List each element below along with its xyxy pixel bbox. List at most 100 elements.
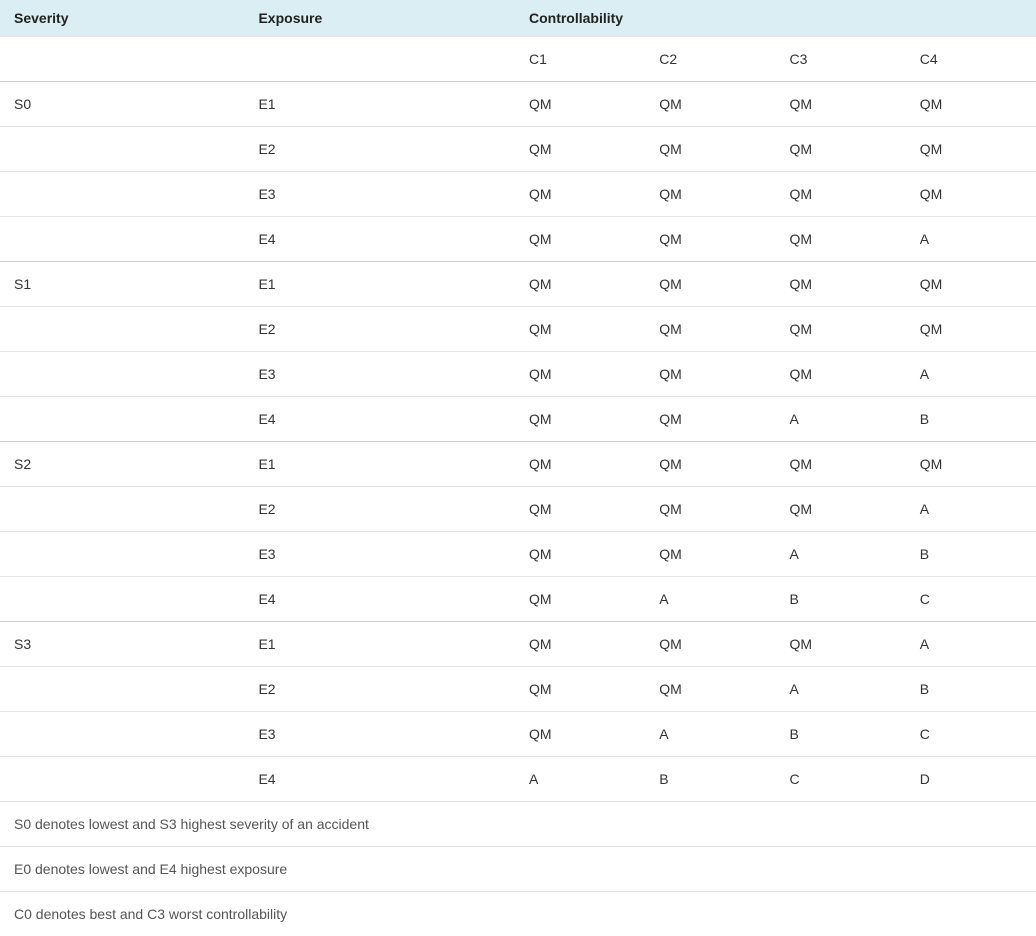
exposure-cell: E3 [244,352,515,397]
exposure-cell: E1 [244,82,515,127]
value-cell: B [906,667,1036,712]
value-cell: QM [775,217,905,262]
footnote-row: C0 denotes best and C3 worst controllabi… [0,892,1036,936]
value-cell: QM [645,532,775,577]
table-header-row: Severity Exposure Controllability [0,0,1036,37]
value-cell: D [906,757,1036,802]
value-cell: QM [645,262,775,307]
value-cell: QM [775,622,905,667]
table-row: E2 QM QM QM QM [0,307,1036,352]
header-severity: Severity [0,0,244,37]
empty-cell [244,37,515,82]
value-cell: QM [775,442,905,487]
value-cell: QM [906,307,1036,352]
value-cell: QM [906,82,1036,127]
header-controllability: Controllability [515,0,1036,37]
value-cell: QM [515,622,645,667]
value-cell: QM [515,532,645,577]
col-c2: C2 [645,37,775,82]
exposure-cell: E4 [244,757,515,802]
value-cell: A [515,757,645,802]
value-cell: QM [775,307,905,352]
table-row: S3 E1 QM QM QM A [0,622,1036,667]
table-row: E3 QM A B C [0,712,1036,757]
value-cell: QM [515,127,645,172]
severity-cell [0,577,244,622]
table-row: E2 QM QM QM QM [0,127,1036,172]
table-row: E3 QM QM QM QM [0,172,1036,217]
severity-cell [0,172,244,217]
value-cell: A [645,712,775,757]
value-cell: QM [645,397,775,442]
severity-cell [0,667,244,712]
value-cell: QM [775,352,905,397]
value-cell: QM [515,667,645,712]
footnote-row: S0 denotes lowest and S3 highest severit… [0,802,1036,847]
severity-cell [0,127,244,172]
table-row: E3 QM QM A B [0,532,1036,577]
value-cell: QM [515,352,645,397]
value-cell: QM [515,217,645,262]
header-exposure: Exposure [244,0,515,37]
value-cell: B [906,397,1036,442]
value-cell: QM [515,577,645,622]
col-c1: C1 [515,37,645,82]
severity-cell [0,712,244,757]
value-cell: QM [645,127,775,172]
value-cell: C [906,577,1036,622]
value-cell: A [906,217,1036,262]
value-cell: A [906,622,1036,667]
severity-cell: S2 [0,442,244,487]
value-cell: QM [515,712,645,757]
value-cell: QM [775,82,905,127]
value-cell: QM [906,262,1036,307]
value-cell: QM [645,217,775,262]
table-row: E4 QM A B C [0,577,1036,622]
value-cell: QM [775,172,905,217]
footnote: S0 denotes lowest and S3 highest severit… [0,802,1036,847]
footnote: C0 denotes best and C3 worst controllabi… [0,892,1036,936]
value-cell: B [645,757,775,802]
exposure-cell: E4 [244,217,515,262]
severity-cell [0,307,244,352]
table-row: S2 E1 QM QM QM QM [0,442,1036,487]
table-row: E4 QM QM A B [0,397,1036,442]
value-cell: A [645,577,775,622]
value-cell: QM [775,127,905,172]
value-cell: A [775,397,905,442]
exposure-cell: E2 [244,307,515,352]
value-cell: QM [906,172,1036,217]
value-cell: QM [906,127,1036,172]
value-cell: QM [515,172,645,217]
table-row: S0 E1 QM QM QM QM [0,82,1036,127]
value-cell: QM [515,262,645,307]
severity-cell [0,217,244,262]
value-cell: QM [515,487,645,532]
table-row: E2 QM QM A B [0,667,1036,712]
footnote-row: E0 denotes lowest and E4 highest exposur… [0,847,1036,892]
exposure-cell: E1 [244,622,515,667]
value-cell: QM [515,442,645,487]
exposure-cell: E2 [244,487,515,532]
footnote: E0 denotes lowest and E4 highest exposur… [0,847,1036,892]
value-cell: C [775,757,905,802]
table-row: E4 A B C D [0,757,1036,802]
asil-table: Severity Exposure Controllability C1 C2 … [0,0,1036,936]
value-cell: B [775,712,905,757]
value-cell: A [906,487,1036,532]
exposure-cell: E3 [244,532,515,577]
value-cell: QM [515,397,645,442]
table-row: E3 QM QM QM A [0,352,1036,397]
exposure-cell: E1 [244,442,515,487]
value-cell: QM [645,442,775,487]
exposure-cell: E3 [244,172,515,217]
severity-cell [0,487,244,532]
value-cell: QM [906,442,1036,487]
value-cell: QM [515,307,645,352]
value-cell: QM [645,667,775,712]
value-cell: QM [645,622,775,667]
severity-cell [0,532,244,577]
exposure-cell: E2 [244,667,515,712]
value-cell: QM [645,82,775,127]
exposure-cell: E4 [244,577,515,622]
